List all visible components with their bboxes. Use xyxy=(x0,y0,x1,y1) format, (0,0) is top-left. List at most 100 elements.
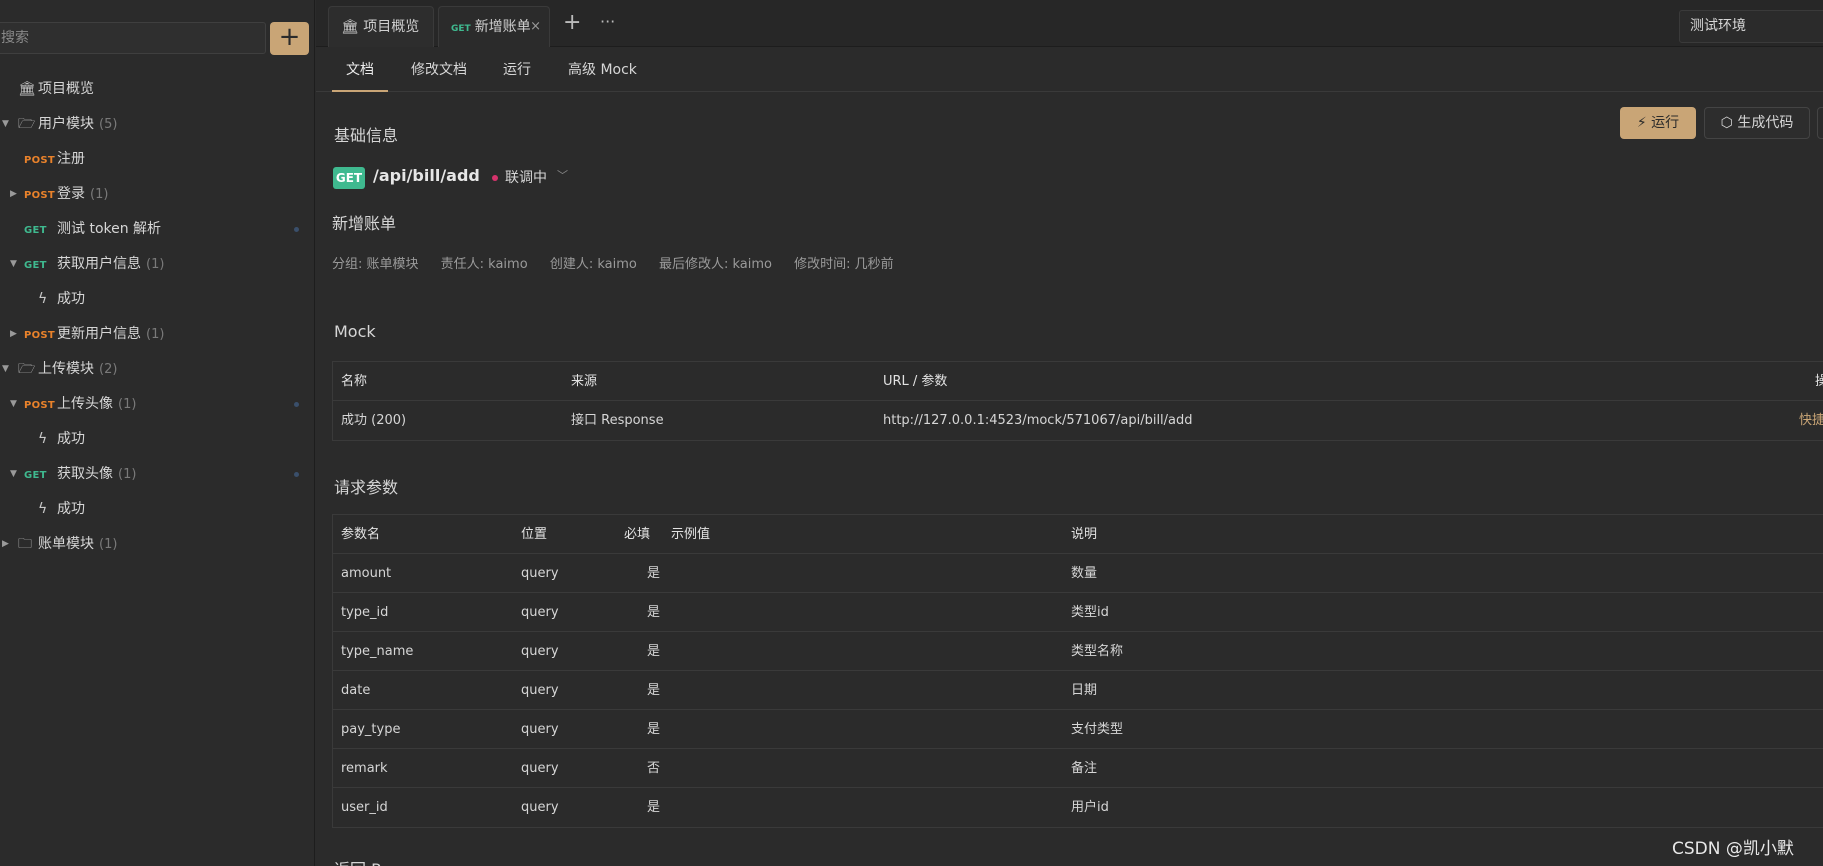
sidebar-item[interactable]: ▼ 🗁 用户模块 (5) xyxy=(0,107,315,142)
param-position: query xyxy=(521,761,559,776)
mock-url[interactable]: http://127.0.0.1:4523/mock/571067/api/bi… xyxy=(883,401,1193,440)
col-url: URL / 参数 xyxy=(883,374,948,389)
sidebar-item-label: 获取用户信息 (1) xyxy=(57,256,165,272)
meta-modifier: 最后修改人: kaimo xyxy=(658,257,772,272)
subtab-doc[interactable]: 文档 xyxy=(332,48,388,92)
api-meta: 分组: 账单模块 责任人: kaimo 创建人: kaimo 最后修改人: ka… xyxy=(332,253,912,272)
param-name: type_name xyxy=(341,644,414,659)
subtab-edit-doc[interactable]: 修改文档 xyxy=(411,48,467,92)
tab-project-overview[interactable]: 🏛 项目概览 xyxy=(328,6,434,47)
sidebar-item[interactable]: GET 测试 token 解析 xyxy=(0,212,315,247)
param-description: 备注 xyxy=(1071,761,1098,776)
status-dot xyxy=(294,472,299,477)
table-header: 参数名 位置 必填 示例值 说明 xyxy=(333,515,1823,554)
mock-table: 名称 来源 URL / 参数 操 成功 (200) 接口 Response ht… xyxy=(332,361,1823,441)
meta-owner: 责任人: kaimo xyxy=(440,257,528,272)
sidebar-item[interactable]: ▶ 🗀 账单模块 (1) xyxy=(0,527,315,562)
caret-down-icon[interactable]: ▼ xyxy=(10,457,17,492)
caret-right-icon[interactable]: ▶ xyxy=(10,317,17,352)
new-tab-button[interactable]: + xyxy=(563,10,581,35)
tab-label: 项目概览 xyxy=(363,19,420,35)
caret-right-icon[interactable]: ▶ xyxy=(10,177,17,212)
watermark: CSDN @凯小默 xyxy=(1672,839,1794,859)
sidebar-item[interactable]: ϟ 成功 xyxy=(0,282,315,317)
tab-add-bill[interactable]: GET 新增账单 × xyxy=(438,6,550,47)
sidebar-item-label: 成功 xyxy=(57,431,85,447)
param-description: 日期 xyxy=(1071,683,1098,698)
sidebar-item[interactable]: ▼ 🗁 上传模块 (2) xyxy=(0,352,315,387)
param-description: 数量 xyxy=(1071,566,1098,581)
param-position: query xyxy=(521,722,559,737)
item-count: (1) xyxy=(146,257,165,272)
caret-down-icon[interactable]: ▼ xyxy=(2,352,9,387)
sidebar-item[interactable]: 🏛 项目概览 xyxy=(0,72,315,107)
subtab-advanced-mock[interactable]: 高级 Mock xyxy=(568,48,637,92)
chevron-down-icon[interactable]: ﹀ xyxy=(557,167,568,183)
param-required: 是 xyxy=(647,683,661,698)
mock-quick-action[interactable]: 快捷 xyxy=(1799,401,1823,440)
sidebar-item-label: 用户模块 (5) xyxy=(38,116,118,132)
table-row: type_id query 是 类型id xyxy=(333,593,1823,632)
col-example: 示例值 xyxy=(671,527,711,542)
caret-down-icon[interactable]: ▼ xyxy=(10,387,17,422)
sidebar-item[interactable]: ▶ POST 更新用户信息 (1) xyxy=(0,317,315,352)
caret-down-icon[interactable]: ▼ xyxy=(10,247,17,282)
param-position: query xyxy=(521,566,559,581)
param-name: user_id xyxy=(341,800,388,815)
status-select[interactable]: 联调中 xyxy=(505,167,547,187)
sidebar-item[interactable]: ▼ GET 获取用户信息 (1) xyxy=(0,247,315,282)
method-badge: GET xyxy=(333,167,365,189)
param-required: 是 xyxy=(647,722,661,737)
sidebar-item[interactable]: ϟ 成功 xyxy=(0,422,315,457)
caret-right-icon[interactable]: ▶ xyxy=(2,527,9,562)
param-required: 是 xyxy=(647,800,661,815)
tab-method: GET xyxy=(451,24,471,34)
param-required: 否 xyxy=(647,761,661,776)
mock-title: Mock xyxy=(334,322,376,341)
sidebar-item[interactable]: ▼ POST 上传头像 (1) xyxy=(0,387,315,422)
col-description: 说明 xyxy=(1071,527,1098,542)
table-row: 成功 (200) 接口 Response http://127.0.0.1:45… xyxy=(333,401,1823,440)
sidebar-item[interactable]: ▼ GET 获取头像 (1) xyxy=(0,457,315,492)
param-name: date xyxy=(341,683,371,698)
status-dot xyxy=(294,402,299,407)
param-name: remark xyxy=(341,761,388,776)
generate-code-button[interactable]: ⬡ 生成代码 xyxy=(1704,107,1810,139)
sidebar-item-label: 注册 xyxy=(57,151,85,167)
method-tag: POST xyxy=(24,190,56,201)
response-section-title: 返回 Response xyxy=(334,856,448,866)
close-icon[interactable]: × xyxy=(530,7,541,47)
add-button[interactable]: + xyxy=(270,22,309,55)
param-position: query xyxy=(521,644,559,659)
tab-bar: 🏛 项目概览 GET 新增账单 × + ··· 测试环境 xyxy=(316,0,1823,47)
bank-icon: 🏛 xyxy=(341,19,359,35)
search-input[interactable]: 搜索 xyxy=(0,22,266,54)
api-tree: 🏛 项目概览 ▼ 🗁 用户模块 (5) POST 注册 ▶ POST 登录 (1) GET 测试 toke… xyxy=(0,72,315,562)
sidebar-item[interactable]: ▶ POST 登录 (1) xyxy=(0,177,315,212)
table-row: user_id query 是 用户id xyxy=(333,788,1823,827)
method-tag: POST xyxy=(24,400,56,411)
more-actions-button[interactable] xyxy=(1817,107,1823,139)
method-tag: POST xyxy=(24,155,56,166)
param-required: 是 xyxy=(647,566,661,581)
method-tag: GET xyxy=(24,225,47,236)
sidebar-item[interactable]: ϟ 成功 xyxy=(0,492,315,527)
sidebar-item-label: 上传模块 (2) xyxy=(38,361,118,377)
bolt-icon: ϟ xyxy=(38,431,48,447)
subtab-run[interactable]: 运行 xyxy=(503,48,531,92)
environment-select[interactable]: 测试环境 xyxy=(1679,10,1823,43)
param-description: 支付类型 xyxy=(1071,722,1124,737)
bolt-icon: ϟ xyxy=(38,501,48,517)
sidebar-item-label: 更新用户信息 (1) xyxy=(57,326,165,342)
sidebar-item-label: 登录 (1) xyxy=(57,186,109,202)
param-name: type_id xyxy=(341,605,389,620)
sidebar-item[interactable]: POST 注册 xyxy=(0,142,315,177)
run-button[interactable]: ⚡ 运行 xyxy=(1620,107,1696,139)
mock-source: 接口 Response xyxy=(571,413,664,428)
more-icon[interactable]: ··· xyxy=(600,12,615,31)
folder-open-icon: 🗁 xyxy=(18,116,36,132)
sidebar-item-label: 测试 token 解析 xyxy=(57,221,162,237)
caret-down-icon[interactable]: ▼ xyxy=(2,107,9,142)
bank-icon: 🏛 xyxy=(18,81,36,97)
param-required: 是 xyxy=(647,644,661,659)
